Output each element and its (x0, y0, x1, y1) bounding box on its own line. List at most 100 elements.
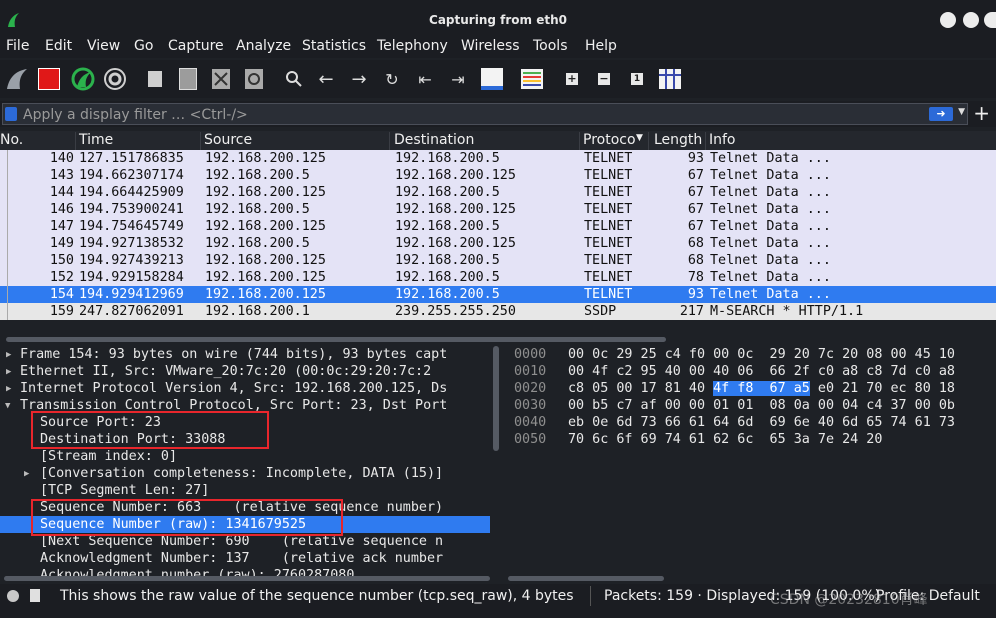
autoscroll-icon[interactable] (479, 66, 505, 92)
packet-cell-len: 67 (687, 219, 704, 234)
packet-row[interactable]: 150 194.927439213 192.168.200.125 192.168.2… (0, 252, 996, 269)
related-packet-gutter (0, 150, 8, 167)
menu-analyze[interactable]: Analyze (236, 38, 291, 54)
column-header-no[interactable]: No. (0, 132, 76, 150)
expand-arrow-icon[interactable]: ▶ (24, 469, 29, 479)
bookmark-icon[interactable] (5, 107, 17, 121)
packet-cell-src: 192.168.200.5 (205, 236, 310, 251)
reload-file-icon[interactable] (241, 66, 267, 92)
capture-options-icon[interactable] (102, 66, 128, 92)
packet-cell-info: Telnet Data ... (710, 270, 831, 285)
packet-row[interactable]: 143 194.662307174 192.168.200.5 192.168.200… (0, 167, 996, 184)
expand-arrow-icon[interactable]: ▶ (6, 384, 11, 394)
packet-row[interactable]: 152 194.929158284 192.168.200.125 192.168.2… (0, 269, 996, 286)
packet-row[interactable]: 149 194.927138532 192.168.200.5 192.168.200… (0, 235, 996, 252)
close-icon[interactable] (984, 12, 996, 28)
detail-stream-index[interactable]: [Stream index: 0] (40, 448, 500, 465)
menu-view[interactable]: View (87, 38, 120, 54)
apply-filter-arrow-icon[interactable]: ➜ (929, 107, 953, 121)
packet-cell-time: 194.662307174 (79, 168, 184, 183)
packet-cell-dst: 192.168.200.125 (395, 236, 516, 251)
menu-telephony[interactable]: Telephony (377, 38, 448, 54)
go-back-icon[interactable]: ← (313, 66, 339, 92)
detail-frame[interactable]: Frame 154: 93 bytes on wire (744 bits), … (20, 346, 500, 363)
expert-info-icon[interactable] (7, 590, 19, 602)
expand-arrow-icon[interactable]: ▶ (6, 350, 11, 360)
add-filter-button-icon[interactable]: + (973, 101, 990, 125)
save-file-icon[interactable] (175, 66, 201, 92)
display-filter-input[interactable]: Apply a display filter … <Ctrl-/> ➜ ▼ (2, 103, 968, 125)
capture-comment-icon[interactable] (30, 589, 40, 602)
hex-hscrollbar[interactable] (508, 576, 664, 581)
packet-cell-time: 194.927439213 (79, 253, 184, 268)
packet-cell-dst: 192.168.200.5 (395, 270, 500, 285)
menu-go[interactable]: Go (134, 38, 153, 54)
hex-row[interactable]: 0030 00 b5 c7 af 00 00 01 01 08 0a 00 04 … (506, 397, 996, 414)
packet-cell-dst: 192.168.200.5 (395, 151, 500, 166)
packet-cell-no: 149 (49, 236, 74, 251)
packet-row[interactable]: 147 194.754645749 192.168.200.125 192.168.2… (0, 218, 996, 235)
hex-row[interactable]: 0020 c8 05 00 17 81 40 4f f8 67 a5 e0 21 … (506, 380, 996, 397)
menu-edit[interactable]: Edit (45, 38, 72, 54)
column-header-length[interactable]: Length (654, 132, 706, 150)
hex-row[interactable]: 0050 70 6c 6f 69 74 61 62 6c 65 3a 7e 24 … (506, 431, 996, 448)
title-bar: Capturing from eth0 (0, 0, 996, 36)
packet-cell-len: 93 (687, 287, 704, 302)
menu-statistics[interactable]: Statistics (302, 38, 366, 54)
expand-arrow-icon[interactable]: ▶ (6, 367, 11, 377)
detail-segment-len[interactable]: [TCP Segment Len: 27] (40, 482, 500, 499)
open-file-icon[interactable] (142, 66, 168, 92)
last-packet-icon[interactable]: ⇥ (445, 66, 471, 92)
start-capture-icon[interactable] (4, 66, 30, 92)
packet-cell-len: 68 (687, 236, 704, 251)
packet-list: 140 127.151786835 192.168.200.125 192.168.2… (0, 150, 996, 320)
chevron-down-icon[interactable]: ▼ (958, 107, 965, 117)
hex-row[interactable]: 0040 eb 0e 6d 73 66 61 64 6d 69 6e 40 6d … (506, 414, 996, 431)
packet-row[interactable]: 146 194.753900241 192.168.200.5 192.168.200… (0, 201, 996, 218)
details-scrollbar[interactable] (493, 346, 499, 451)
go-forward-icon[interactable]: → (346, 66, 372, 92)
packet-row[interactable]: 159 247.827062091 192.168.200.1 239.255.255… (0, 303, 996, 320)
close-file-icon[interactable] (208, 66, 234, 92)
packet-cell-proto: TELNET (584, 236, 633, 251)
zoom-in-icon[interactable]: + (559, 66, 585, 92)
first-packet-icon[interactable]: ⇤ (412, 66, 438, 92)
hex-bytes: 00 b5 c7 af 00 00 01 01 08 0a 00 04 c4 3… (568, 397, 955, 414)
restart-capture-icon[interactable] (70, 66, 96, 92)
collapse-arrow-icon[interactable]: ▼ (5, 401, 10, 411)
column-header-time[interactable]: Time (79, 132, 201, 150)
detail-ipv4[interactable]: Internet Protocol Version 4, Src: 192.16… (20, 380, 500, 397)
packet-cell-info: Telnet Data ... (710, 287, 831, 302)
colorize-icon[interactable] (519, 66, 545, 92)
maximize-icon[interactable] (963, 12, 979, 28)
packet-list-scrollbar[interactable] (0, 334, 996, 344)
hex-bytes-text: c8 05 00 17 81 40 (568, 381, 714, 396)
packet-row[interactable]: 144 194.664425909 192.168.200.125 192.168.2… (0, 184, 996, 201)
normal-size-icon[interactable]: 1 (624, 66, 650, 92)
packet-row[interactable]: 154 194.929412969 192.168.200.125 192.168.2… (0, 286, 996, 303)
menu-wireless[interactable]: Wireless (461, 38, 520, 54)
menu-file[interactable]: File (6, 38, 29, 54)
related-packet-gutter (0, 167, 8, 184)
detail-ack-number[interactable]: Acknowledgment Number: 137 (relative ack… (40, 550, 500, 567)
hex-row[interactable]: 0010 00 4f c2 95 40 00 40 06 66 2f c0 a8 … (506, 363, 996, 380)
menu-help[interactable]: Help (585, 38, 617, 54)
column-header-info[interactable]: Info (709, 132, 996, 150)
hex-row[interactable]: 0000 00 0c 29 25 c4 f0 00 0c 29 20 7c 20 … (506, 346, 996, 363)
detail-conversation[interactable]: [Conversation completeness: Incomplete, … (40, 465, 500, 482)
packet-cell-proto: TELNET (584, 185, 633, 200)
packet-row[interactable]: 140 127.151786835 192.168.200.125 192.168.2… (0, 150, 996, 167)
minimize-icon[interactable] (940, 12, 956, 28)
column-header-source[interactable]: Source (204, 132, 390, 150)
menu-tools[interactable]: Tools (533, 38, 568, 54)
detail-ethernet[interactable]: Ethernet II, Src: VMware_20:7c:20 (00:0c… (20, 363, 500, 380)
find-packet-icon[interactable] (281, 66, 307, 92)
zoom-out-icon[interactable]: − (591, 66, 617, 92)
column-header-destination[interactable]: Destination (394, 132, 580, 150)
details-hscrollbar[interactable] (4, 576, 490, 581)
go-to-packet-icon[interactable]: ↻ (379, 66, 405, 92)
packet-cell-info: Telnet Data ... (710, 202, 831, 217)
stop-capture-icon[interactable] (36, 66, 62, 92)
resize-columns-icon[interactable] (657, 66, 683, 92)
menu-capture[interactable]: Capture (168, 38, 224, 54)
